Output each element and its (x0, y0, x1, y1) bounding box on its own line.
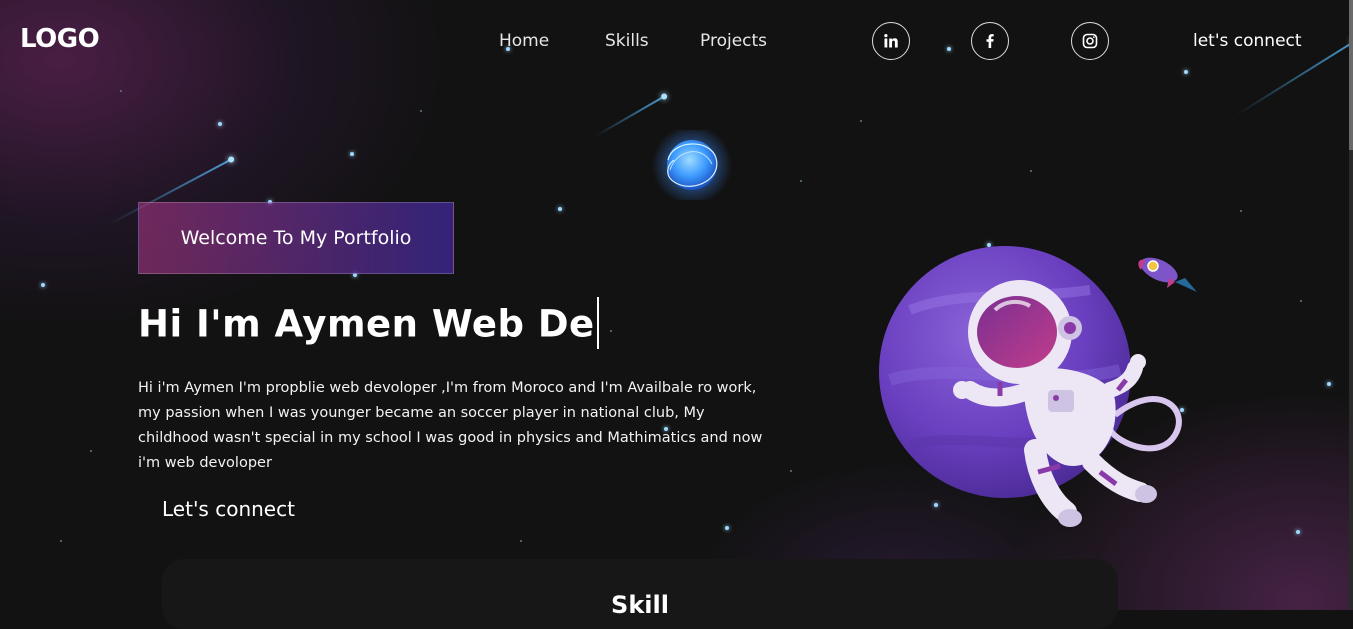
nav-link-skills[interactable]: Skills (605, 31, 649, 51)
star (60, 540, 62, 542)
linkedin-button[interactable] (872, 22, 910, 60)
star (218, 122, 222, 126)
lets-connect-cta[interactable]: Let's connect (162, 497, 295, 521)
star (610, 330, 612, 332)
star (1296, 530, 1300, 534)
star (420, 110, 422, 112)
logo[interactable]: LOGO (20, 24, 100, 54)
star (120, 90, 122, 92)
lets-connect-button[interactable]: let's connect (1193, 31, 1302, 51)
page-scrollbar[interactable] (1349, 0, 1353, 610)
star (1300, 300, 1302, 302)
glowing-planet-icon (652, 130, 732, 200)
skills-title: Skill (611, 591, 669, 619)
rocket-icon (1138, 257, 1197, 292)
navbar: LOGO Home Skills Projects let's connect (0, 0, 1353, 84)
instagram-button[interactable] (1071, 22, 1109, 60)
welcome-tagline: Welcome To My Portfolio (138, 202, 454, 274)
nav-link-home[interactable]: Home (499, 31, 549, 51)
scrollbar-thumb[interactable] (1349, 0, 1353, 150)
headline-text: Hi I'm Aymen Web De (138, 302, 595, 346)
hero-headline: Hi I'm Aymen Web De (138, 297, 599, 352)
star (41, 283, 45, 287)
star (800, 180, 802, 182)
star (520, 540, 522, 542)
facebook-icon (986, 34, 994, 48)
hero-bio: Hi i'm Aymen I'm propblie web devoloper … (138, 380, 763, 471)
star (350, 152, 354, 156)
star (860, 120, 862, 122)
star (90, 450, 92, 452)
nav-link-projects[interactable]: Projects (700, 31, 767, 51)
skills-section: Skill (162, 559, 1118, 629)
star (558, 207, 562, 211)
star (1240, 210, 1242, 212)
linkedin-icon (884, 34, 898, 48)
star (1327, 382, 1331, 386)
star (1030, 170, 1032, 172)
star (790, 470, 792, 472)
facebook-button[interactable] (971, 22, 1009, 60)
instagram-icon (1082, 33, 1098, 49)
star (725, 526, 729, 530)
typing-cursor (596, 297, 599, 349)
